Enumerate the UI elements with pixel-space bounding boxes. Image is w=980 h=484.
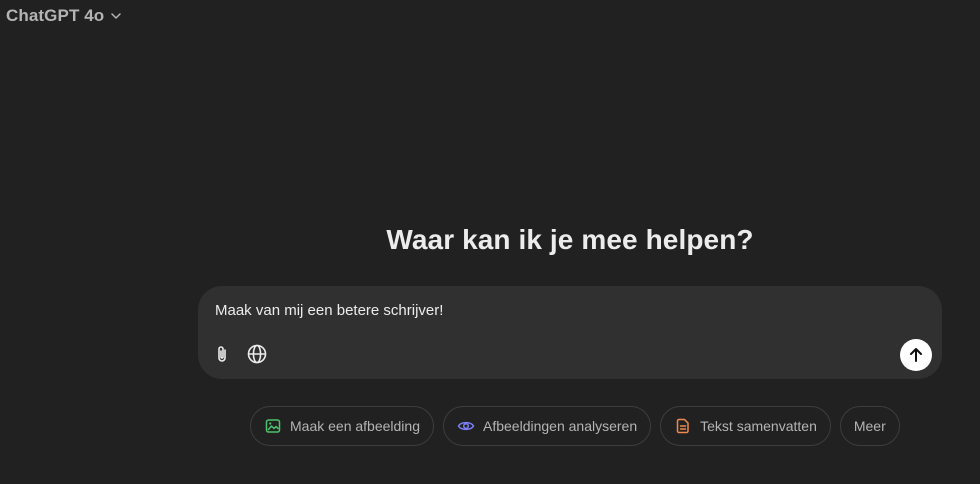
web-search-button[interactable]: [245, 342, 269, 366]
chat-page: ChatGPT 4o Waar kan ik je mee helpen? Ma…: [0, 0, 980, 484]
document-icon: [674, 417, 692, 435]
arrow-up-icon: [907, 346, 925, 364]
chip-label: Maak een afbeelding: [290, 418, 420, 434]
chevron-down-icon: [110, 10, 122, 22]
chip-label: Tekst samenvatten: [700, 418, 817, 434]
suggestion-analyze-images[interactable]: Afbeeldingen analyseren: [443, 406, 652, 446]
globe-icon: [246, 343, 268, 365]
paperclip-icon: [212, 344, 232, 364]
model-switcher[interactable]: ChatGPT 4o: [4, 4, 124, 28]
prompt-input[interactable]: [215, 302, 915, 319]
image-icon: [264, 417, 282, 435]
suggestion-chips: Maak een afbeelding Afbeeldingen analyse…: [250, 406, 900, 446]
page-title: Waar kan ik je mee helpen?: [386, 224, 754, 255]
composer: [198, 286, 942, 379]
attach-button[interactable]: [210, 342, 234, 366]
model-name: ChatGPT 4o: [6, 6, 105, 25]
chip-label: Afbeeldingen analyseren: [483, 418, 638, 434]
suggestion-summarize-text[interactable]: Tekst samenvatten: [660, 406, 831, 446]
eye-icon: [457, 417, 475, 435]
chip-label: Meer: [853, 418, 886, 434]
send-button[interactable]: [900, 339, 932, 371]
suggestion-create-image[interactable]: Maak een afbeelding: [250, 406, 434, 446]
suggestion-more[interactable]: Meer: [839, 406, 900, 446]
